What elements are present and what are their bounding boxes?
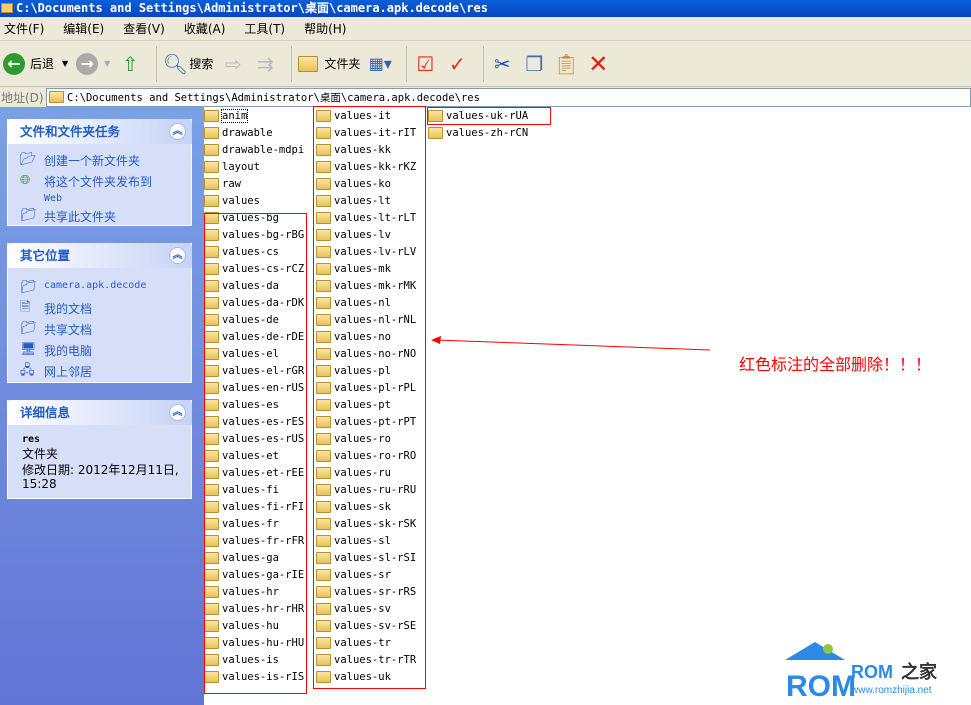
annotation-text: 红色标注的全部删除！！！ (739, 355, 932, 374)
svg-text:ROM: ROM (851, 662, 893, 682)
svg-text:www.romzhijia.net: www.romzhijia.net (850, 685, 932, 696)
svg-text:ROM: ROM (786, 670, 856, 700)
svg-text:之家: 之家 (901, 661, 938, 683)
watermark-logo: ROM ROM 之家 www.romzhijia.net (783, 640, 963, 703)
